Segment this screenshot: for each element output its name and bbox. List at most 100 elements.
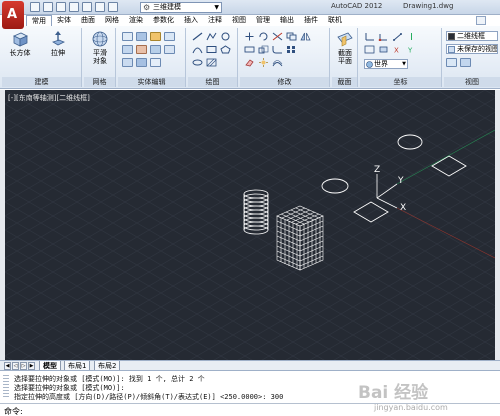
visual-style-label: 二维线框: [457, 32, 485, 40]
save-icon[interactable]: [56, 2, 66, 12]
erase-icon[interactable]: [244, 58, 255, 67]
ellipse-icon[interactable]: [192, 58, 203, 67]
named-views-icon[interactable]: [460, 58, 471, 67]
prev-layout-button[interactable]: ◁: [12, 362, 19, 370]
tab-online[interactable]: 联机: [323, 15, 347, 26]
viewport-config-icon[interactable]: [446, 58, 457, 67]
drawing-canvas[interactable]: Z Y X [-][东南等轴测][二维线框]: [5, 90, 495, 360]
array-icon[interactable]: [286, 45, 297, 54]
explode-icon[interactable]: [258, 58, 269, 67]
stretch-icon[interactable]: [244, 45, 255, 54]
tab-home[interactable]: 常用: [26, 15, 52, 26]
ucs-y-icon[interactable]: Y: [406, 45, 417, 55]
subtract-icon[interactable]: [136, 32, 147, 41]
ucs-object-icon[interactable]: [378, 45, 389, 54]
box-icon: [13, 32, 28, 47]
polygon-icon[interactable]: [220, 45, 231, 54]
separate-icon[interactable]: [150, 45, 161, 54]
circle-icon[interactable]: [220, 32, 231, 41]
panel-mesh: 平滑 对象 网格: [84, 28, 116, 87]
next-layout-button[interactable]: ▷: [20, 362, 27, 370]
last-layout-button[interactable]: ▶: [28, 362, 35, 370]
intersect-icon[interactable]: [150, 32, 161, 41]
tab-parametric[interactable]: 参数化: [148, 15, 179, 26]
rectangle-icon[interactable]: [206, 45, 217, 54]
line-icon[interactable]: [192, 32, 203, 41]
union-icon[interactable]: [122, 32, 133, 41]
panel-modeling-title: 建模: [2, 77, 81, 87]
tab-insert[interactable]: 插入: [179, 15, 203, 26]
first-layout-button[interactable]: ◀: [4, 362, 11, 370]
ucs-world-select[interactable]: 世界 ▼: [364, 59, 408, 69]
ucs-origin-icon[interactable]: [378, 32, 389, 41]
rotate-icon[interactable]: [258, 32, 269, 41]
extrude-faces-icon[interactable]: [150, 58, 161, 67]
taper-faces-icon[interactable]: [136, 58, 147, 67]
tab-plugins[interactable]: 插件: [299, 15, 323, 26]
command-input[interactable]: 命令:: [0, 403, 500, 416]
command-prompt: 命令:: [4, 407, 23, 416]
saved-view-select[interactable]: 未保存的视图: [446, 44, 498, 54]
hatch-icon[interactable]: [206, 58, 217, 67]
tab-output[interactable]: 输出: [275, 15, 299, 26]
command-window-grip[interactable]: [3, 375, 9, 397]
extrude-button[interactable]: 拉伸: [46, 30, 70, 57]
new-file-icon[interactable]: [30, 2, 40, 12]
save-as-icon[interactable]: [69, 2, 79, 12]
viewport-controls[interactable]: [-][东南等轴测][二维线框]: [8, 93, 90, 103]
ucs-x-icon[interactable]: X: [392, 45, 403, 55]
tab-view[interactable]: 视图: [227, 15, 251, 26]
fillet-edge-icon[interactable]: [122, 58, 133, 67]
mirror-icon[interactable]: [300, 32, 311, 41]
shell-icon[interactable]: [136, 45, 147, 54]
imprint-icon[interactable]: [164, 45, 175, 54]
svg-text:Y: Y: [407, 47, 413, 55]
globe-icon: [366, 61, 373, 68]
title-bar: ⚙ 三维建模 ▼ AutoCAD 2012 Drawing1.dwg: [0, 0, 500, 15]
tab-surface[interactable]: 曲面: [76, 15, 100, 26]
vertical-scrollbar[interactable]: [495, 90, 500, 360]
visual-style-select[interactable]: 二维线框: [446, 31, 498, 41]
ucs-z-axis-icon[interactable]: [406, 32, 417, 41]
smooth-object-button[interactable]: 平滑 对象: [88, 30, 112, 65]
box-button[interactable]: 长方体: [8, 30, 32, 57]
extrude-label: 拉伸: [51, 49, 65, 57]
arc-icon[interactable]: [192, 45, 203, 54]
extract-edges-icon[interactable]: [122, 45, 133, 54]
app-title: AutoCAD 2012: [331, 2, 383, 10]
tab-annotate[interactable]: 注释: [203, 15, 227, 26]
print-icon[interactable]: [82, 2, 92, 12]
scale-icon[interactable]: [258, 45, 269, 54]
fillet-icon[interactable]: [272, 45, 283, 54]
slice-icon[interactable]: [164, 32, 175, 41]
open-file-icon[interactable]: [43, 2, 53, 12]
tab-render[interactable]: 渲染: [124, 15, 148, 26]
move-icon[interactable]: [244, 32, 255, 41]
undo-icon[interactable]: [95, 2, 105, 12]
tab-mesh[interactable]: 网格: [100, 15, 124, 26]
ucs-view-icon[interactable]: [364, 45, 375, 54]
tab-manage[interactable]: 管理: [251, 15, 275, 26]
panel-section-title: 截面: [332, 77, 357, 87]
copy-icon[interactable]: [286, 32, 297, 41]
panel-view-title: 视图: [444, 77, 500, 87]
panel-coordinates: X Y 世界 ▼ 坐标: [360, 28, 442, 87]
ucs-3point-icon[interactable]: [392, 32, 403, 41]
application-menu-button[interactable]: A: [2, 1, 24, 29]
tab-solid[interactable]: 实体: [52, 15, 76, 26]
svg-text:X: X: [394, 47, 399, 55]
command-window: 选择要拉伸的对象或 [模式(MO)]: 找到 1 个, 总计 2 个 选择要拉伸…: [0, 370, 500, 416]
section-plane-button[interactable]: 截面 平面: [333, 30, 357, 65]
panel-modify-title: 修改: [240, 77, 329, 87]
offset-icon[interactable]: [272, 58, 283, 67]
workspace-select[interactable]: ⚙ 三维建模 ▼: [140, 2, 222, 13]
ribbon-minimize-button[interactable]: [476, 16, 486, 25]
ucs-icon[interactable]: [364, 32, 375, 41]
ucs-world-label: 世界: [374, 60, 388, 68]
redo-icon[interactable]: [108, 2, 118, 12]
trim-icon[interactable]: [272, 32, 283, 41]
x-axis-label: X: [400, 203, 406, 213]
ribbon-tabs: 常用 实体 曲面 网格 渲染 参数化 插入 注释 视图 管理 输出 插件 联机: [26, 15, 347, 26]
document-title: Drawing1.dwg: [403, 2, 454, 10]
polyline-icon[interactable]: [206, 32, 217, 41]
